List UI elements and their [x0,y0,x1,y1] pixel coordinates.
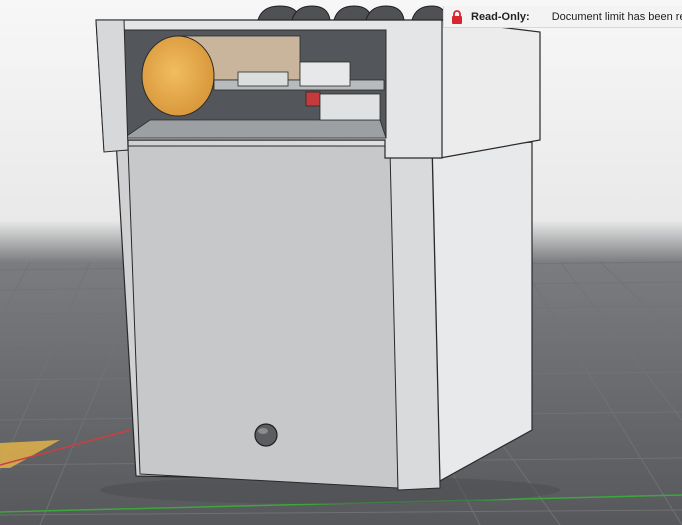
front-button-highlight [258,428,268,434]
lock-icon [452,9,462,24]
inner-red-part [305,91,321,107]
read-only-notification: Read-Only: Document limit has been rea [443,6,682,28]
inner-shelf [122,119,387,139]
read-only-message: Document limit has been rea [551,10,682,23]
read-only-label: Read-Only: [471,10,530,23]
inner-block-small [237,71,289,87]
inner-pcb [319,93,381,121]
inner-block [299,61,351,87]
box-right-face [429,141,533,484]
3d-viewport[interactable] [0,0,682,525]
box-front-pillar [389,149,441,491]
cylinder-end [141,35,215,117]
upper-right-face [439,19,541,159]
front-button [254,423,278,447]
